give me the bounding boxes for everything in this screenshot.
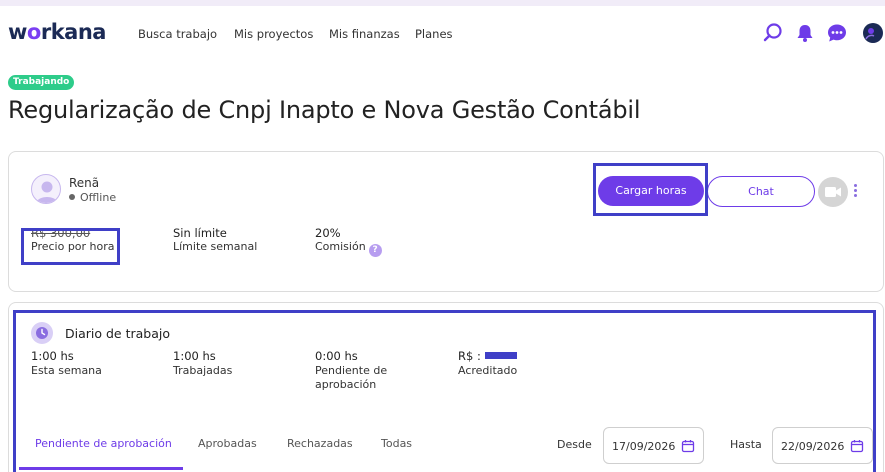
to-date-input[interactable]: 22/09/2026	[772, 427, 873, 464]
chat-bubble-icon[interactable]	[826, 22, 848, 44]
client-status-text: Offline	[80, 191, 117, 204]
user-avatar[interactable]	[862, 22, 884, 44]
tab-todas[interactable]: Todas	[381, 437, 412, 450]
from-date-value: 17/09/2026	[612, 440, 676, 453]
work-diary-title: Diario de trabajo	[65, 326, 171, 341]
to-date-value: 22/09/2026	[781, 440, 845, 453]
work-diary-card: Diario de trabajo 1:00 hs Esta semana 1:…	[8, 302, 884, 472]
commission-label: Comisión?	[315, 240, 382, 257]
nav-busca-trabajo[interactable]: Busca trabajo	[138, 27, 217, 41]
hourly-rate-value: R$ 300,00	[31, 226, 91, 240]
video-camera-icon	[825, 187, 841, 197]
hourly-rate-label: Precio por hora	[31, 240, 115, 253]
calendar-icon[interactable]	[681, 439, 695, 453]
page-title: Regularização de Cnpj Inapto e Nova Gest…	[8, 96, 641, 124]
clock-icon	[31, 322, 53, 344]
to-label: Hasta	[730, 438, 762, 451]
tab-aprobadas[interactable]: Aprobadas	[198, 437, 257, 450]
week-hours-label: Esta semana	[31, 364, 102, 377]
credited-value: R$ :	[458, 349, 517, 363]
nav-planes[interactable]: Planes	[415, 27, 453, 41]
client-card: Renã Offline R$ 300,00 Precio por hora S…	[8, 151, 884, 292]
nav-mis-proyectos[interactable]: Mis proyectos	[234, 27, 313, 41]
user-placeholder-icon	[36, 181, 58, 203]
from-date-input[interactable]: 17/09/2026	[603, 427, 704, 464]
client-name[interactable]: Renã	[69, 176, 99, 190]
video-call-button[interactable]	[818, 177, 848, 207]
search-icon[interactable]	[762, 22, 784, 44]
top-navbar: workana Busca trabajo Mis proyectos Mis …	[0, 6, 885, 62]
from-label: Desde	[557, 438, 592, 451]
active-tab-indicator	[19, 467, 183, 470]
week-hours-value: 1:00 hs	[31, 349, 74, 363]
help-icon[interactable]: ?	[368, 244, 382, 257]
nav-mis-finanzas[interactable]: Mis finanzas	[329, 27, 400, 41]
status-badge: Trabajando	[8, 75, 75, 90]
workana-logo[interactable]: workana	[8, 20, 106, 44]
pending-hours-value: 0:00 hs	[315, 349, 358, 363]
more-options-icon[interactable]	[854, 184, 858, 199]
weekly-limit-value: Sin límite	[173, 226, 227, 240]
redacted-amount	[484, 352, 517, 359]
calendar-icon[interactable]	[850, 439, 864, 453]
weekly-limit-label: Límite semanal	[173, 240, 258, 253]
tab-rechazadas[interactable]: Rechazadas	[287, 437, 353, 450]
worked-hours-label: Trabajadas	[173, 364, 233, 377]
offline-dot-icon	[69, 194, 75, 200]
bell-icon[interactable]	[794, 22, 816, 44]
chat-button[interactable]: Chat	[707, 176, 815, 207]
commission-value: 20%	[315, 226, 341, 240]
credited-label: Acreditado	[458, 364, 518, 377]
tab-pendiente[interactable]: Pendiente de aprobación	[35, 437, 172, 450]
worked-hours-value: 1:00 hs	[173, 349, 216, 363]
client-status: Offline	[69, 191, 116, 204]
cargar-horas-button[interactable]: Cargar horas	[598, 176, 704, 206]
client-avatar	[31, 174, 61, 204]
pending-hours-label: Pendiente de aprobación	[315, 364, 388, 391]
